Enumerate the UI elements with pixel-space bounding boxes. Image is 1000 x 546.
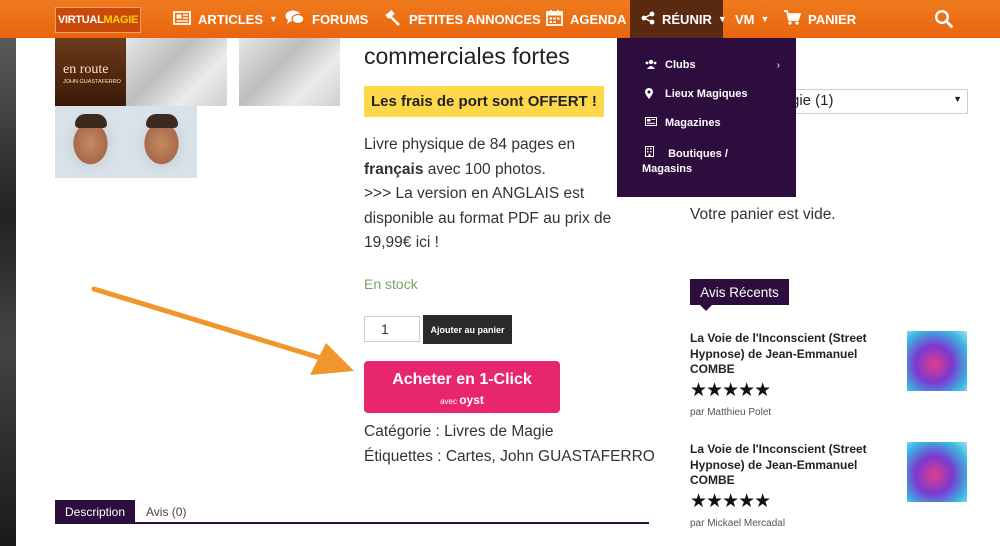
review-author: par Mickael Mercadal — [690, 518, 786, 529]
nav-label: ARTICLES — [198, 11, 263, 27]
building-icon — [645, 146, 659, 160]
logo-text-2: MAGIE — [103, 14, 139, 26]
product-description: Livre physique de 84 pages en français a… — [364, 133, 634, 256]
menu-label: Clubs — [665, 59, 696, 71]
tab-underline — [55, 522, 649, 524]
product-meta: Catégorie : Livres de Magie Étiquettes :… — [364, 420, 655, 469]
menu-item-lieux-magiques[interactable]: Lieux Magiques — [645, 88, 748, 102]
chevron-right-icon: › — [776, 60, 780, 71]
nav-panier[interactable]: PANIER — [783, 0, 856, 38]
desc-text: avec 100 photos. — [423, 160, 546, 178]
product-thumbnail-author-photo[interactable] — [55, 106, 126, 178]
oyst-logo: oyst — [459, 393, 484, 407]
tab-reviews[interactable]: Avis (0) — [146, 505, 186, 519]
desc-english-version-link[interactable]: >>> La version en ANGLAIS est disponible… — [364, 182, 634, 256]
reunir-dropdown-menu: Clubs › Lieux Magiques Magazines Boutiqu… — [617, 38, 796, 197]
search-icon[interactable] — [934, 9, 954, 29]
cart-empty-message: Votre panier est vide. — [690, 206, 836, 223]
product-category[interactable]: Catégorie : Livres de Magie — [364, 420, 655, 445]
nav-vm[interactable]: VM ▼ — [735, 0, 769, 38]
product-thumbnail-hands[interactable] — [126, 38, 227, 106]
stock-status: En stock — [364, 276, 418, 292]
review-product-title[interactable]: La Voie de l'Inconscient (Street Hypnose… — [690, 331, 880, 378]
chevron-down-icon: ▼ — [760, 14, 770, 24]
select-value: gie (1) — [791, 92, 834, 109]
nav-label: AGENDA — [570, 11, 627, 27]
product-thumbnail-book-cover[interactable]: en route JOHN GUASTAFERRO — [55, 38, 126, 106]
nav-label: FORUMS — [312, 11, 369, 27]
buy-button-label: Acheter en 1-Click — [392, 371, 532, 388]
hammer-icon — [384, 9, 402, 29]
chevron-down-icon: ▼ — [953, 94, 962, 104]
menu-item-boutiques[interactable]: Boutiques / Magasins — [642, 146, 728, 175]
product-title: commerciales fortes — [364, 43, 570, 69]
book-cover-title: en route — [63, 62, 109, 77]
menu-item-magazines[interactable]: Magazines — [645, 117, 721, 129]
nav-articles[interactable]: ARTICLES ▼ — [173, 0, 278, 38]
share-icon — [641, 11, 655, 28]
newspaper-icon — [173, 10, 191, 28]
star-rating: ★★★★★ — [690, 380, 771, 401]
menu-label-line2: Magasins — [642, 163, 693, 175]
review-author: par Matthieu Polet — [690, 407, 772, 418]
map-pin-icon — [645, 88, 659, 102]
site-logo[interactable]: VIRTUALMAGIE — [55, 7, 141, 33]
review-item[interactable]: La Voie de l'Inconscient (Street Hypnose… — [690, 331, 970, 418]
tab-description[interactable]: Description — [55, 500, 135, 524]
nav-petites-annonces[interactable]: PETITES ANNONCES — [384, 0, 541, 38]
recent-reviews-heading: Avis Récents — [690, 279, 789, 311]
chevron-down-icon: ▼ — [717, 14, 727, 24]
menu-label: Lieux Magiques — [665, 88, 748, 100]
book-cover-author: JOHN GUASTAFERRO — [63, 79, 121, 85]
product-thumbnail-cards[interactable] — [239, 38, 340, 106]
calendar-icon — [546, 9, 563, 29]
quantity-input[interactable]: 1 — [364, 316, 420, 342]
buy-one-click-button[interactable]: Acheter en 1-Click avec oyst — [364, 361, 560, 413]
nav-label: PETITES ANNONCES — [409, 11, 541, 27]
review-product-thumbnail[interactable] — [907, 331, 967, 391]
product-tags[interactable]: Étiquettes : Cartes, John GUASTAFERRO — [364, 445, 655, 470]
logo-text-1: VIRTUAL — [57, 14, 104, 26]
buy-sub-prefix: avec — [440, 397, 457, 406]
review-item[interactable]: La Voie de l'Inconscient (Street Hypnose… — [690, 442, 970, 529]
review-product-title[interactable]: La Voie de l'Inconscient (Street Hypnose… — [690, 442, 880, 489]
nav-forums[interactable]: FORUMS — [285, 0, 368, 38]
chevron-down-icon: ▼ — [269, 14, 278, 24]
nav-label: PANIER — [808, 11, 857, 27]
top-navigation: VIRTUALMAGIE ARTICLES ▼ FORUMS PETITES A… — [0, 0, 1000, 38]
users-icon — [645, 59, 659, 72]
desc-text: Livre physique de 84 pages en — [364, 136, 576, 153]
desc-bold-text: français — [364, 160, 424, 178]
review-product-thumbnail[interactable] — [907, 442, 967, 502]
newspaper-icon — [645, 117, 659, 129]
menu-label: Magazines — [665, 117, 721, 129]
nav-label: RÉUNIR — [662, 11, 712, 27]
cart-icon — [783, 10, 802, 28]
menu-item-clubs[interactable]: Clubs — [645, 59, 696, 72]
nav-agenda[interactable]: AGENDA — [546, 0, 626, 38]
menu-label: Boutiques / — [668, 148, 728, 160]
orange-pointer-arrow — [91, 286, 354, 375]
chat-bubbles-icon — [285, 10, 305, 28]
background-photo-strip — [0, 38, 16, 546]
buy-button-sublabel: avec oyst — [364, 393, 560, 407]
free-shipping-banner: Les frais de port sont OFFERT ! — [364, 86, 604, 117]
star-rating: ★★★★★ — [690, 491, 771, 512]
nav-reunir[interactable]: RÉUNIR ▼ — [630, 0, 727, 38]
product-thumbnail-author-photo[interactable] — [126, 106, 197, 178]
nav-label: VM — [735, 11, 755, 27]
add-to-cart-button[interactable]: Ajouter au panier — [423, 315, 512, 344]
